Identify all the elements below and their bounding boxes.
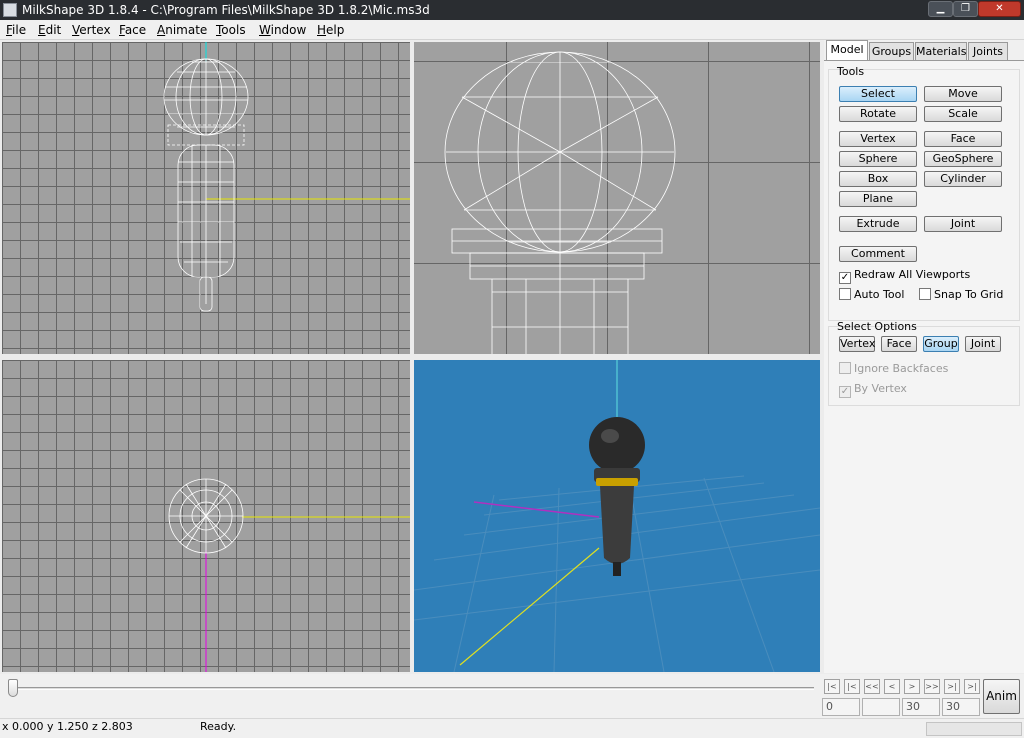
select-options-heading: Select Options	[837, 320, 917, 333]
snap-to-grid-checkbox[interactable]: Snap To Grid	[919, 288, 1003, 301]
tab-model[interactable]: Model	[826, 40, 868, 61]
status-bar: x 0.000 y 1.250 z 2.803 Ready.	[0, 718, 1024, 738]
select-button[interactable]: Select	[839, 86, 917, 102]
by-vertex-checkmark: ✓	[839, 386, 851, 398]
redraw-checkmark: ✓	[839, 272, 851, 284]
next-key-button[interactable]: >|	[944, 679, 960, 694]
menu-bar: File Edit Vertex Face Animate Tools Wind…	[0, 20, 1024, 40]
prev-key-button[interactable]: |<	[844, 679, 860, 694]
viewport-3d[interactable]	[414, 360, 820, 672]
blank-field[interactable]	[862, 698, 900, 716]
menu-window[interactable]: Window	[259, 23, 306, 37]
coordinates-readout: x 0.000 y 1.250 z 2.803	[2, 720, 133, 733]
perspective-scene	[414, 360, 820, 672]
current-frame-field[interactable]: 0	[822, 698, 860, 716]
redraw-all-checkbox[interactable]: ✓ Redraw All Viewports	[839, 268, 970, 284]
end-frame-field[interactable]: 30	[942, 698, 980, 716]
snap-to-grid-label: Snap To Grid	[934, 288, 1004, 301]
viewport-side[interactable]	[414, 42, 820, 354]
menu-file[interactable]: File	[6, 23, 26, 37]
sphere-button[interactable]: Sphere	[839, 151, 917, 167]
frame-count-field[interactable]: 30	[902, 698, 940, 716]
menu-face[interactable]: Face	[119, 23, 146, 37]
menu-vertex[interactable]: Vertex	[72, 23, 111, 37]
animation-timeline: |< |< << < > >> >| >| 0 30 30 Anim	[0, 674, 1024, 718]
menu-edit[interactable]: Edit	[38, 23, 61, 37]
app-icon	[3, 3, 17, 17]
close-icon[interactable]: ✕	[978, 1, 1021, 17]
last-frame-button[interactable]: >|	[964, 679, 980, 694]
tool-panel: Model Groups Materials Joints Tools Sele…	[824, 40, 1024, 673]
comment-button[interactable]: Comment	[839, 246, 917, 262]
anim-button[interactable]: Anim	[983, 679, 1020, 714]
tools-heading: Tools	[837, 65, 865, 78]
menu-tools[interactable]: Tools	[216, 23, 246, 37]
scale-button[interactable]: Scale	[924, 106, 1002, 122]
model-tab-content: Tools Select Move Rotate Scale Vertex Fa…	[824, 60, 1024, 673]
tab-groups[interactable]: Groups	[869, 42, 914, 61]
rewind-button[interactable]: <<	[864, 679, 880, 694]
rotate-button[interactable]: Rotate	[839, 106, 917, 122]
frame-slider-thumb[interactable]	[8, 679, 18, 697]
select-vertex-button[interactable]: Vertex	[839, 336, 875, 352]
window-title: MilkShape 3D 1.8.4 - C:\Program Files\Mi…	[22, 3, 430, 17]
next-frame-button[interactable]: >	[904, 679, 920, 694]
extrude-button[interactable]: Extrude	[839, 216, 917, 232]
first-frame-button[interactable]: |<	[824, 679, 840, 694]
redraw-all-label: Redraw All Viewports	[854, 268, 971, 281]
by-vertex-label: By Vertex	[854, 382, 907, 395]
face-tool-button[interactable]: Face	[924, 131, 1002, 147]
vertex-tool-button[interactable]: Vertex	[839, 131, 917, 147]
tab-joints[interactable]: Joints	[968, 42, 1008, 61]
ignore-backfaces-checkbox[interactable]: Ignore Backfaces	[839, 362, 948, 375]
auto-tool-label: Auto Tool	[854, 288, 905, 301]
status-message: Ready.	[200, 720, 237, 733]
move-button[interactable]: Move	[924, 86, 1002, 102]
joint-tool-button[interactable]: Joint	[924, 216, 1002, 232]
viewport-top[interactable]	[2, 360, 410, 672]
side-wireframe	[444, 51, 676, 354]
geosphere-button[interactable]: GeoSphere	[924, 151, 1002, 167]
title-bar: MilkShape 3D 1.8.4 - C:\Program Files\Mi…	[0, 0, 1024, 20]
box-button[interactable]: Box	[839, 171, 917, 187]
front-wireframe	[163, 42, 410, 312]
by-vertex-checkbox[interactable]: ✓ By Vertex	[839, 382, 907, 398]
fast-forward-button[interactable]: >>	[924, 679, 940, 694]
maximize-icon[interactable]: ❐	[953, 1, 978, 17]
status-progress-area	[926, 722, 1022, 736]
frame-slider-track[interactable]	[10, 687, 814, 690]
select-face-button[interactable]: Face	[881, 336, 917, 352]
tab-materials[interactable]: Materials	[915, 42, 967, 61]
viewport-front[interactable]	[2, 42, 410, 354]
top-wireframe	[168, 478, 410, 672]
minimize-icon[interactable]: ▁	[928, 1, 953, 17]
plane-button[interactable]: Plane	[839, 191, 917, 207]
ignore-backfaces-label: Ignore Backfaces	[854, 362, 949, 375]
cylinder-button[interactable]: Cylinder	[924, 171, 1002, 187]
menu-help[interactable]: Help	[317, 23, 344, 37]
menu-animate[interactable]: Animate	[157, 23, 207, 37]
select-group-button[interactable]: Group	[923, 336, 959, 352]
select-joint-button[interactable]: Joint	[965, 336, 1001, 352]
auto-tool-checkbox[interactable]: Auto Tool	[839, 288, 904, 301]
prev-frame-button[interactable]: <	[884, 679, 900, 694]
